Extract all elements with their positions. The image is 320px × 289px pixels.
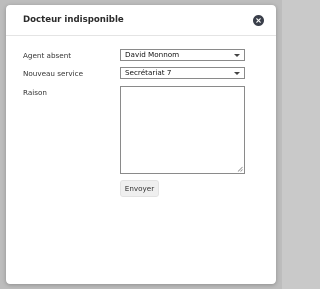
new-service-value: Secrétariat 7 (125, 68, 172, 77)
dialog-title: Docteur indisponible (23, 15, 124, 25)
close-icon (256, 18, 261, 23)
doctor-unavailable-dialog: Docteur indisponible Agent absent David … (6, 5, 276, 284)
agent-absent-select[interactable]: David Monnom (120, 49, 245, 61)
new-service-label: Nouveau service (23, 69, 83, 78)
reason-textarea[interactable] (120, 86, 245, 174)
close-button[interactable] (253, 15, 264, 26)
chevron-down-icon (234, 72, 240, 75)
agent-absent-label: Agent absent (23, 51, 72, 60)
new-service-select[interactable]: Secrétariat 7 (120, 67, 245, 79)
send-button[interactable]: Envoyer (120, 180, 159, 197)
dialog-header: Docteur indisponible (6, 5, 276, 36)
chevron-down-icon (234, 54, 240, 57)
agent-absent-value: David Monnom (125, 50, 180, 59)
reason-label: Raison (23, 88, 47, 97)
resize-grip-icon[interactable] (237, 166, 243, 172)
